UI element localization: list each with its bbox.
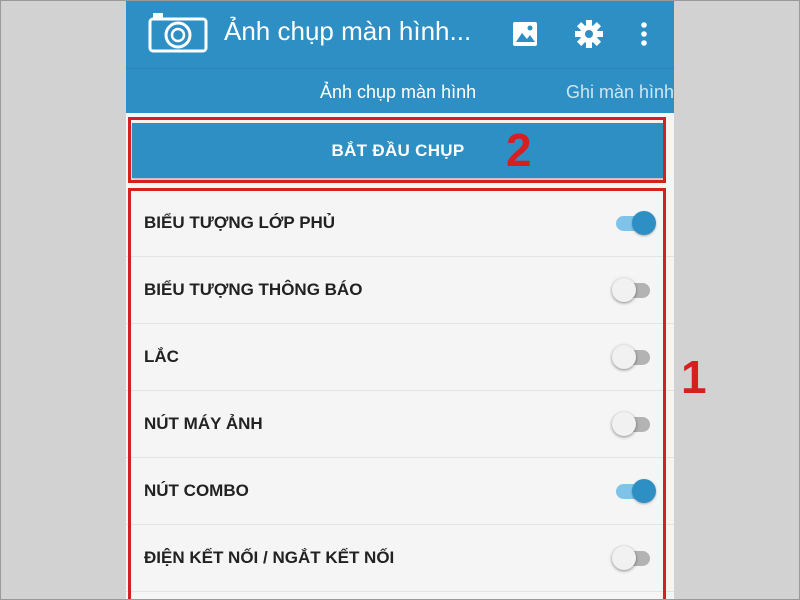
setting-label: NÚT COMBO — [144, 481, 249, 500]
app-bar: Ảnh chụp màn hình... — [126, 0, 674, 68]
setting-label: BIỂU TƯỢNG LỚP PHỦ — [144, 213, 336, 232]
toggle-thumb — [612, 412, 636, 436]
notification-icon-toggle[interactable] — [612, 277, 658, 303]
callout-number-1: 1 — [681, 351, 707, 403]
setting-label: LẮC — [144, 347, 179, 366]
toggle-thumb — [632, 211, 656, 235]
overlay-icon-toggle[interactable] — [612, 210, 658, 236]
gallery-icon[interactable] — [510, 19, 540, 49]
setting-overlay-icon[interactable]: BIỂU TƯỢNG LỚP PHỦ — [126, 190, 674, 257]
more-vert-icon[interactable] — [634, 19, 654, 49]
app-screen: Ảnh chụp màn hình... Ảnh chụp màn hình G… — [126, 0, 674, 600]
settings-list: BIỂU TƯỢNG LỚP PHỦ BIỂU TƯỢNG THÔNG BÁO … — [126, 190, 674, 592]
setting-notification-icon[interactable]: BIỂU TƯỢNG THÔNG BÁO — [126, 257, 674, 324]
setting-label: NÚT MÁY ẢNH — [144, 414, 263, 433]
camera-icon — [148, 13, 208, 53]
tab-screenshot[interactable]: Ảnh chụp màn hình — [320, 69, 476, 113]
power-connect-toggle[interactable] — [612, 545, 658, 571]
setting-label: BIỂU TƯỢNG THÔNG BÁO — [144, 280, 363, 299]
toggle-thumb — [632, 479, 656, 503]
toggle-thumb — [612, 278, 636, 302]
toggle-thumb — [612, 345, 636, 369]
combo-button-toggle[interactable] — [612, 478, 658, 504]
tab-screen-record[interactable]: Ghi màn hình — [566, 69, 674, 113]
shake-toggle[interactable] — [612, 344, 658, 370]
toggle-thumb — [612, 546, 636, 570]
setting-shake[interactable]: LẮC — [126, 324, 674, 391]
settings-icon[interactable] — [574, 19, 604, 49]
setting-label: ĐIỆN KẾT NỐI / NGẮT KẾT NỐI — [144, 548, 395, 567]
setting-power-connect[interactable]: ĐIỆN KẾT NỐI / NGẮT KẾT NỐI — [126, 525, 674, 592]
setting-camera-button[interactable]: NÚT MÁY ẢNH — [126, 391, 674, 458]
app-title: Ảnh chụp màn hình... — [224, 16, 472, 46]
callout-number-2: 2 — [506, 124, 532, 176]
start-capture-button[interactable]: BẮT ĐẦU CHỤP — [132, 123, 664, 178]
tab-bar: Ảnh chụp màn hình Ghi màn hình — [126, 68, 674, 113]
setting-combo-button[interactable]: NÚT COMBO — [126, 458, 674, 525]
camera-button-toggle[interactable] — [612, 411, 658, 437]
